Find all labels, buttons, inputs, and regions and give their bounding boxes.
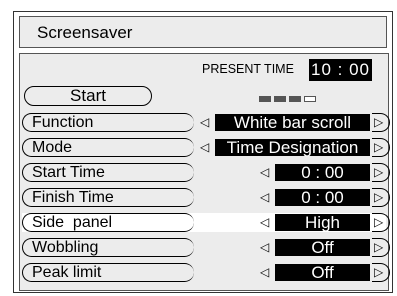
row-side-panel[interactable]: Side panel ◁ High ▷ xyxy=(22,213,390,232)
mode-label: Mode xyxy=(32,139,73,156)
row-start-time[interactable]: Start Time ◁ 0 : 00 ▷ xyxy=(22,163,390,182)
menu-title: Screensaver xyxy=(37,23,133,42)
function-value: White bar scroll xyxy=(215,114,370,131)
finish-time-value: 0 : 00 xyxy=(275,189,370,206)
peak-limit-value: Off xyxy=(275,264,370,281)
start-button[interactable]: Start xyxy=(24,86,152,106)
present-time-value: 10 : 00 xyxy=(309,59,372,81)
left-arrow-icon[interactable]: ◁ xyxy=(200,141,209,154)
wobbling-value: Off xyxy=(275,239,370,256)
wobbling-label: Wobbling xyxy=(32,239,99,256)
menu-title-bar: Screensaver xyxy=(19,16,387,48)
indicator-dot xyxy=(304,96,316,102)
row-wobbling[interactable]: Wobbling ◁ Off ▷ xyxy=(22,238,390,257)
finish-time-label: Finish Time xyxy=(32,189,114,206)
row-finish-time[interactable]: Finish Time ◁ 0 : 00 ▷ xyxy=(22,188,390,207)
start-time-value: 0 : 00 xyxy=(275,164,370,181)
function-label: Function xyxy=(32,114,94,131)
left-arrow-icon[interactable]: ◁ xyxy=(260,266,269,279)
side-panel-label: Side panel xyxy=(32,214,113,231)
mode-value: Time Designation xyxy=(215,139,370,156)
row-peak-limit[interactable]: Peak limit ◁ Off ▷ xyxy=(22,263,390,282)
status-indicator xyxy=(259,96,319,102)
side-panel-value: High xyxy=(275,214,370,231)
start-time-label: Start Time xyxy=(32,164,105,181)
settings-panel: PRESENT TIME 10 : 00 Start Function ◁ Wh… xyxy=(19,53,390,291)
left-arrow-icon[interactable]: ◁ xyxy=(260,191,269,204)
indicator-dot xyxy=(289,96,301,102)
peak-limit-label: Peak limit xyxy=(32,264,102,281)
row-function[interactable]: Function ◁ White bar scroll ▷ xyxy=(22,113,390,132)
row-mode[interactable]: Mode ◁ Time Designation ▷ xyxy=(22,138,390,157)
left-arrow-icon[interactable]: ◁ xyxy=(200,116,209,129)
left-arrow-icon[interactable]: ◁ xyxy=(260,216,269,229)
indicator-dot xyxy=(259,96,271,102)
present-time-label: PRESENT TIME xyxy=(202,62,294,76)
indicator-dot xyxy=(274,96,286,102)
screensaver-menu: Screensaver PRESENT TIME 10 : 00 Start F… xyxy=(13,11,393,293)
left-arrow-icon[interactable]: ◁ xyxy=(260,166,269,179)
left-arrow-icon[interactable]: ◁ xyxy=(260,241,269,254)
